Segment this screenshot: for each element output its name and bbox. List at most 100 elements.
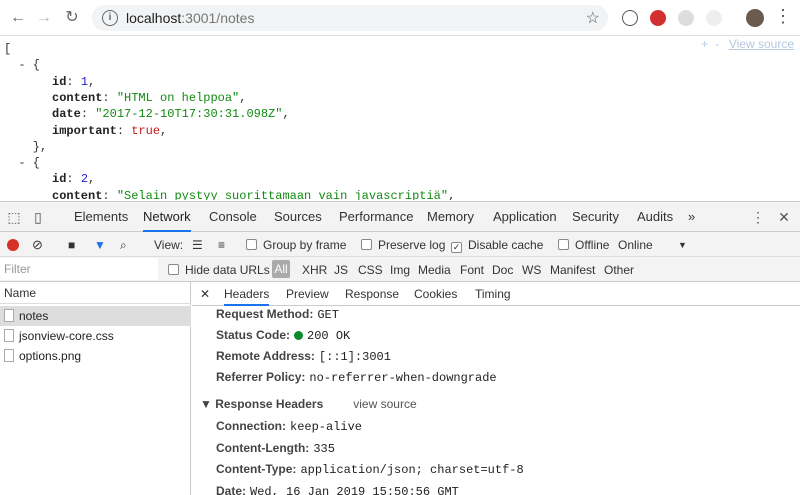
- filter-type-doc[interactable]: Doc: [492, 262, 513, 278]
- tab-network[interactable]: Network: [143, 202, 191, 232]
- tab-performance[interactable]: Performance: [339, 202, 413, 232]
- json-key: important: [52, 123, 117, 138]
- waterfall-icon[interactable]: ≡: [218, 237, 225, 253]
- filter-input[interactable]: Filter: [0, 258, 158, 280]
- close-devtools-icon[interactable]: ✕: [776, 209, 792, 225]
- opera-extension-icon[interactable]: [650, 10, 666, 26]
- more-tabs-button[interactable]: »: [688, 202, 695, 232]
- detail-tab-headers[interactable]: Headers: [224, 282, 270, 306]
- json-punct: - {: [4, 156, 41, 171]
- filter-type-all[interactable]: All: [272, 260, 290, 278]
- search-icon[interactable]: ⌕: [120, 237, 127, 253]
- header-row: Content-Length: 335: [216, 438, 335, 458]
- close-details-icon[interactable]: ✕: [200, 282, 210, 306]
- tab-security[interactable]: Security: [572, 202, 619, 232]
- json-value: true: [131, 123, 161, 138]
- url-text[interactable]: localhost:3001/notes: [126, 10, 254, 26]
- filter-type-css[interactable]: CSS: [358, 262, 383, 278]
- request-row[interactable]: jsonview-core.css: [0, 326, 191, 346]
- detail-tab-timing[interactable]: Timing: [475, 282, 511, 306]
- filter-type-other[interactable]: Other: [604, 262, 634, 278]
- offline-checkbox[interactable]: Offline: [558, 237, 609, 253]
- group-by-frame-checkbox[interactable]: Group by frame: [246, 237, 346, 253]
- detail-tab-preview[interactable]: Preview: [286, 282, 329, 306]
- address-bar[interactable]: i localhost:3001/notes ☆: [92, 5, 608, 31]
- json-line: content: "HTML on helppoa",: [52, 90, 247, 105]
- disable-cache-checkbox[interactable]: ✓ Disable cache: [451, 237, 543, 253]
- header-key: Connection:: [216, 419, 286, 433]
- name-column-header[interactable]: Name: [0, 282, 191, 304]
- view-source-link[interactable]: view source: [353, 397, 416, 411]
- filter-type-js[interactable]: JS: [334, 262, 348, 278]
- tab-memory[interactable]: Memory: [427, 202, 474, 232]
- extension-gray-icon[interactable]: [678, 10, 694, 26]
- request-row[interactable]: options.png: [0, 346, 191, 366]
- tab-elements[interactable]: Elements: [74, 202, 128, 232]
- capture-screenshots-icon[interactable]: ■: [68, 237, 75, 253]
- tab-sources[interactable]: Sources: [274, 202, 322, 232]
- back-arrow-icon[interactable]: ←: [8, 8, 28, 28]
- json-line: [: [4, 41, 11, 57]
- json-value: "2017-12-10T17:30:31.098Z": [95, 107, 283, 122]
- header-row: Date: Wed, 16 Jan 2019 15:50:56 GMT: [216, 481, 459, 495]
- header-row: Connection: keep-alive: [216, 416, 362, 436]
- preserve-log-checkbox[interactable]: Preserve log: [361, 237, 445, 253]
- browser-menu-icon[interactable]: ⋮: [774, 6, 792, 26]
- request-row[interactable]: notes: [0, 306, 191, 326]
- bookmark-star-icon[interactable]: ☆: [586, 8, 600, 28]
- header-row: Status Code: 200 OK: [216, 325, 350, 345]
- file-icon: [4, 329, 14, 342]
- record-icon[interactable]: [7, 239, 19, 251]
- filter-type-ws[interactable]: WS: [522, 262, 541, 278]
- expand-all-button[interactable]: +: [701, 37, 708, 51]
- filter-type-font[interactable]: Font: [460, 262, 484, 278]
- filter-type-media[interactable]: Media: [418, 262, 451, 278]
- view-label: View:: [154, 238, 184, 252]
- json-key: content: [52, 90, 103, 105]
- json-value: 2: [80, 172, 89, 187]
- device-toolbar-icon[interactable]: ▯: [30, 209, 46, 225]
- tab-audits[interactable]: Audits: [637, 202, 673, 232]
- extension-light-icon[interactable]: [706, 10, 722, 26]
- json-line: - {: [4, 57, 40, 73]
- filter-bar: Filter Hide data URLs All XHR JS CSS Img Medi…: [0, 257, 800, 282]
- filter-type-manifest[interactable]: Manifest: [550, 262, 595, 278]
- detail-tab-response[interactable]: Response: [345, 282, 399, 306]
- clear-icon[interactable]: ⊘: [32, 237, 43, 253]
- avatar[interactable]: [746, 9, 764, 27]
- devtools-menu-icon[interactable]: ⋮: [750, 209, 766, 225]
- filter-icon[interactable]: ▼: [94, 237, 106, 253]
- tab-application[interactable]: Application: [493, 202, 557, 232]
- info-icon[interactable]: i: [102, 10, 118, 26]
- throttling-select[interactable]: Online ▼: [618, 237, 688, 253]
- json-view-controls: + - View source: [701, 37, 800, 51]
- json-value: "HTML on helppoa": [116, 90, 240, 105]
- forward-arrow-icon[interactable]: →: [34, 8, 54, 28]
- url-path: :3001/notes: [181, 10, 255, 26]
- header-key: Request Method:: [216, 307, 314, 321]
- filter-type-xhr[interactable]: XHR: [302, 262, 327, 278]
- request-name: options.png: [19, 349, 82, 363]
- reload-icon[interactable]: ↻: [62, 8, 82, 28]
- url-host: localhost: [126, 10, 182, 26]
- header-value: keep-alive: [290, 420, 363, 434]
- view-source-link[interactable]: View source: [729, 37, 794, 51]
- collapse-all-button[interactable]: -: [716, 37, 720, 51]
- status-ok-icon: [294, 331, 304, 340]
- response-headers-section[interactable]: ▼ Response Headers view source: [200, 394, 417, 414]
- extension-a-icon[interactable]: [622, 10, 638, 26]
- header-value: GET: [317, 308, 339, 322]
- large-rows-icon[interactable]: ☰: [192, 237, 203, 253]
- hide-data-urls-checkbox[interactable]: Hide data URLs: [168, 262, 270, 278]
- tab-console[interactable]: Console: [209, 202, 257, 232]
- json-value: "Selain pystyy suorittamaan vain javascr…: [116, 188, 449, 200]
- header-value: [::1]:3001: [318, 350, 391, 364]
- devtools-tabbar: ⬚ ▯ Elements Network Console Sources Perform…: [0, 202, 800, 232]
- devtools-panel: ⬚ ▯ Elements Network Console Sources Perform…: [0, 201, 800, 495]
- filter-type-img[interactable]: Img: [390, 262, 410, 278]
- header-row: Referrer Policy: no-referrer-when-downgra…: [216, 367, 497, 387]
- detail-tab-cookies[interactable]: Cookies: [414, 282, 457, 306]
- request-details: ✕ Headers Preview Response Cookies Timing Re…: [192, 282, 800, 495]
- json-key: id: [52, 74, 67, 89]
- inspect-element-icon[interactable]: ⬚: [6, 209, 22, 225]
